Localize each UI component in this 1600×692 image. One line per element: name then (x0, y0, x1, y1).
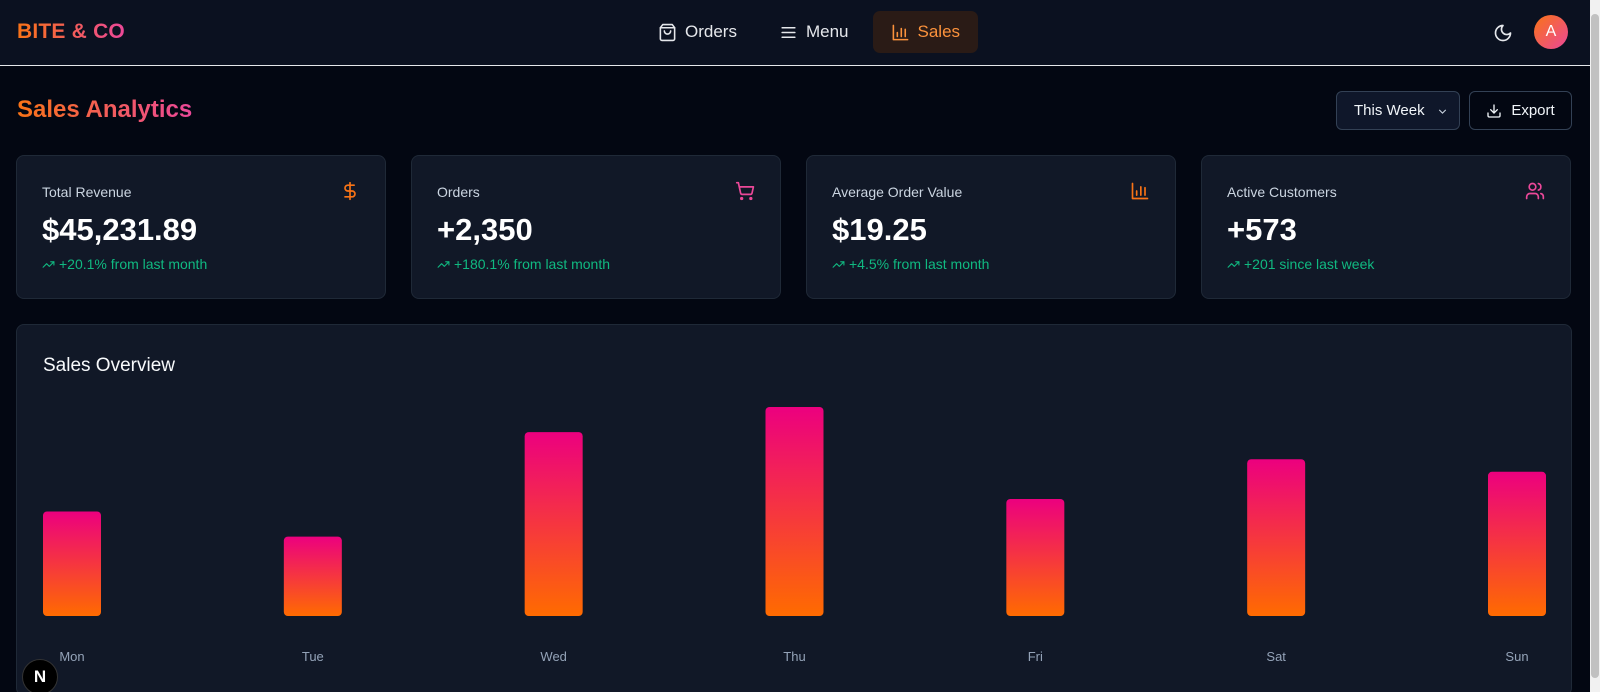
x-tick-label: Wed (540, 649, 567, 664)
dollar-icon (340, 181, 360, 201)
stat-change: +201 since last week (1227, 256, 1374, 272)
period-select-value: This Week (1354, 102, 1425, 119)
stat-card-active-customers: Active Customers +573 +201 since last we… (1201, 155, 1571, 299)
export-button[interactable]: Export (1469, 91, 1572, 130)
scrollbar-thumb[interactable] (1591, 14, 1599, 678)
x-tick-label: Sat (1266, 649, 1286, 664)
stat-change-text: +20.1% from last month (59, 256, 208, 272)
nav-item-orders[interactable]: Orders (640, 11, 755, 53)
nextjs-badge[interactable]: N (22, 659, 58, 692)
chevron-down-icon (1438, 109, 1447, 114)
x-tick-label: Tue (302, 649, 324, 664)
nav-item-sales[interactable]: Sales (872, 11, 979, 53)
stat-label: Active Customers (1227, 184, 1337, 200)
brand-logo[interactable]: BITE & CO (17, 20, 125, 44)
stat-value: +573 (1227, 212, 1297, 247)
nav-item-label: Orders (685, 22, 737, 41)
stat-value: $19.25 (832, 212, 927, 247)
x-tick-label: Thu (783, 649, 805, 664)
x-tick-label: Sun (1505, 649, 1528, 664)
stat-label: Average Order Value (832, 184, 963, 200)
stat-label: Total Revenue (42, 184, 132, 200)
trending-up-icon (437, 260, 450, 268)
stat-value: +2,350 (437, 212, 533, 247)
stat-card-total-revenue: Total Revenue $45,231.89 +20.1% from las… (16, 155, 386, 299)
moon-icon (1494, 24, 1512, 42)
stat-change: +4.5% from last month (832, 256, 989, 272)
x-tick-label: Mon (59, 649, 84, 664)
bar-fri[interactable] (1006, 498, 1065, 616)
nav-item-label: Sales (917, 22, 961, 41)
bar-tue[interactable] (283, 536, 342, 616)
bar-sun[interactable] (1488, 471, 1546, 616)
export-button-label: Export (1511, 102, 1555, 119)
bar-mon[interactable] (43, 511, 101, 617)
avatar[interactable]: A (1534, 15, 1568, 49)
stat-change-text: +201 since last week (1244, 256, 1375, 272)
cart-icon (735, 181, 755, 201)
x-tick-label: Fri (1028, 649, 1043, 664)
bar-sat[interactable] (1247, 459, 1306, 616)
download-icon (1487, 103, 1501, 118)
nav-item-label: Menu (805, 22, 849, 41)
menu-icon (781, 26, 796, 38)
sales-overview-card: Sales Overview Mon Tue Wed Thu Fri Sat Sun (16, 324, 1572, 692)
users-icon (1525, 181, 1545, 201)
trending-up-icon (832, 260, 845, 268)
page-scrollbar[interactable] (1590, 0, 1600, 692)
stat-card-average-order-value: Average Order Value $19.25 +4.5% from la… (806, 155, 1176, 299)
stat-card-orders: Orders +2,350 +180.1% from last month (411, 155, 781, 299)
stat-value: $45,231.89 (42, 212, 198, 247)
stat-change: +20.1% from last month (42, 256, 207, 272)
trending-up-icon (1227, 260, 1240, 268)
stat-change-text: +180.1% from last month (454, 256, 611, 272)
top-navbar: BITE & CO Orders Menu Sales A (0, 0, 1590, 66)
nav-item-menu[interactable]: Menu (761, 11, 867, 53)
bar-chart-icon (892, 24, 908, 40)
sales-bar-chart: Mon Tue Wed Thu Fri Sat Sun (43, 407, 1546, 664)
theme-toggle-button[interactable] (1490, 20, 1516, 46)
stat-label: Orders (437, 184, 480, 200)
main-nav: Orders Menu Sales (640, 11, 979, 53)
bar-thu[interactable] (765, 407, 824, 616)
stat-change-text: +4.5% from last month (849, 256, 990, 272)
page-title: Sales Analytics (17, 96, 193, 123)
bar-chart-icon (1130, 181, 1150, 201)
period-select[interactable]: This Week (1336, 91, 1460, 130)
bar-wed[interactable] (524, 432, 583, 616)
stat-change: +180.1% from last month (437, 256, 610, 272)
trending-up-icon (42, 260, 55, 268)
shopping-bag-icon (659, 23, 676, 41)
